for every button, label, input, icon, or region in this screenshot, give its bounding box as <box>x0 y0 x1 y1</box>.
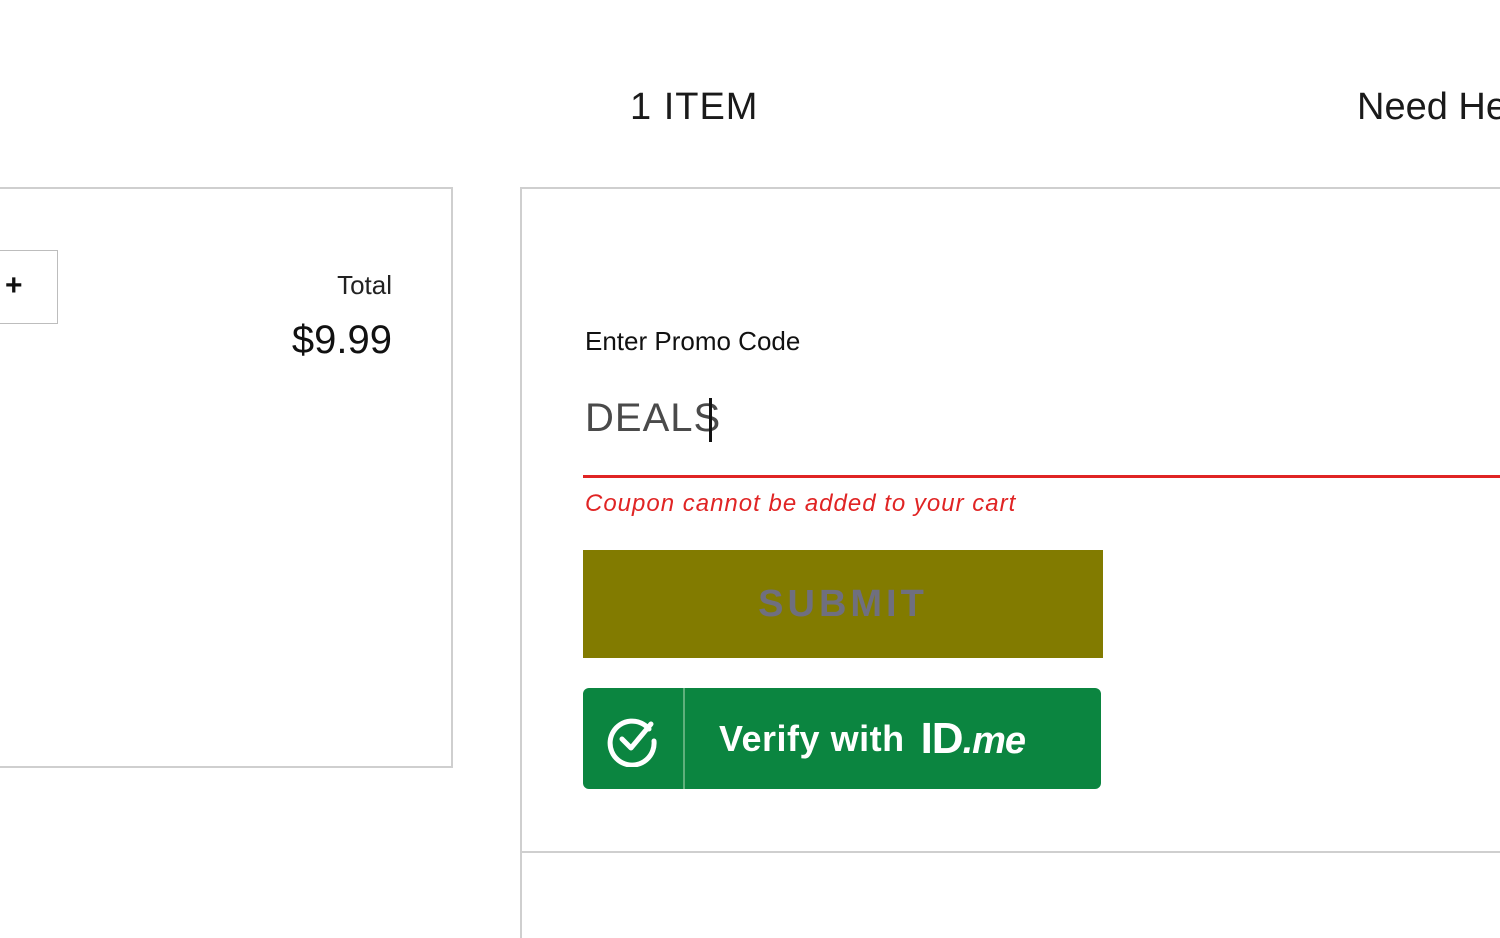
checkout-page: 1 ITEM Need He + Total $9.99 Enter Promo… <box>0 0 1500 938</box>
submit-button[interactable]: SUBMIT <box>583 550 1103 658</box>
total-label: Total <box>337 270 392 300</box>
verify-with-idme-button[interactable]: Verify with ID.me <box>583 688 1101 789</box>
plus-icon: + <box>5 269 23 302</box>
panel-divider <box>520 851 522 938</box>
check-circle-icon <box>607 718 657 767</box>
promo-code-input[interactable] <box>583 390 1500 478</box>
text-cursor <box>709 398 712 442</box>
idme-verify-text: Verify with <box>719 717 905 759</box>
idme-logo: ID.me <box>920 713 1026 764</box>
promo-error-message: Coupon cannot be added to your cart <box>585 490 1017 517</box>
quantity-increase-button[interactable]: + <box>0 250 58 324</box>
idme-logo-suffix: .me <box>962 719 1026 762</box>
idme-icon-container <box>583 688 685 789</box>
cart-item-count: 1 ITEM <box>630 86 759 128</box>
total-value: $9.99 <box>291 318 392 362</box>
need-help-link[interactable]: Need He <box>1357 86 1500 129</box>
idme-logo-main: ID <box>920 713 964 763</box>
promo-code-label: Enter Promo Code <box>585 326 801 356</box>
